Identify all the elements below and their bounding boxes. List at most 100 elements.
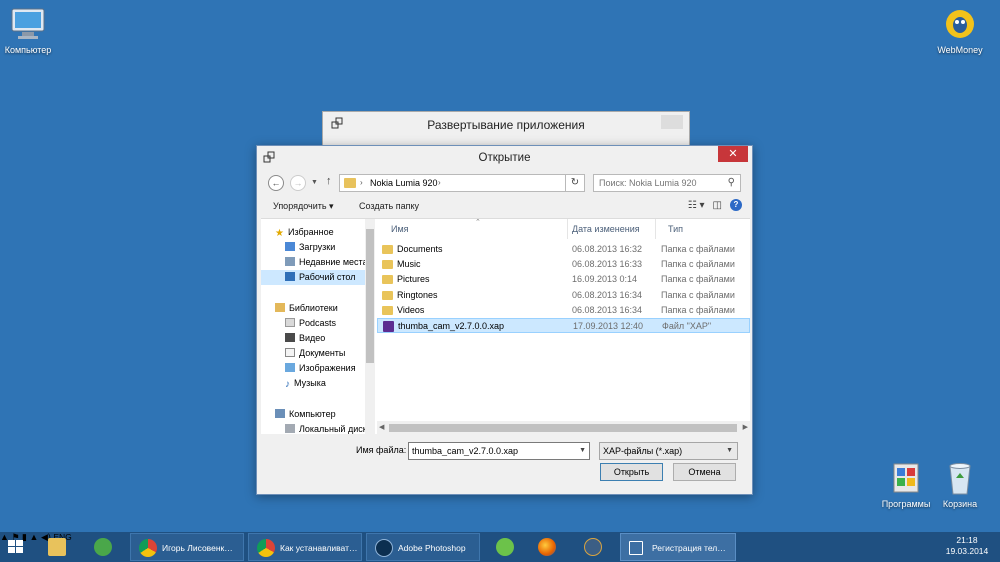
taskbar-item-utorrent[interactable] <box>86 533 124 561</box>
chevron-right-icon[interactable]: › <box>360 178 363 187</box>
view-options-icon[interactable]: ☷ ▾ <box>688 200 705 211</box>
filename-combobox[interactable]: ▼ <box>408 442 590 460</box>
music-icon: ♪ <box>285 379 290 390</box>
chevron-down-icon: ▼ <box>726 447 733 454</box>
search-icon[interactable]: ⚲ <box>728 177 735 188</box>
address-bar[interactable]: › Nokia Lumia 920 › ▼ <box>339 174 582 192</box>
nav-item-recent-places[interactable]: Недавние места <box>285 255 377 270</box>
filename-label: Имя файла: <box>356 445 407 455</box>
browser-content: ★ Избранное Загрузки Недавние места Рабоч… <box>261 218 750 435</box>
column-header-name[interactable]: ⌃ Имя <box>377 219 568 239</box>
taskbar-item-chrome-2[interactable]: Как устанавливат… <box>248 533 362 561</box>
file-row[interactable]: Ringtones 06.08.2013 16:34 Папка с файла… <box>377 288 750 303</box>
horizontal-scrollbar[interactable]: ◀ ▶ <box>377 421 750 435</box>
nav-item-favorites[interactable]: ★ Избранное <box>275 225 377 240</box>
forward-button[interactable]: → <box>290 175 306 191</box>
search-input[interactable] <box>594 175 720 191</box>
navigation-pane: ★ Избранное Загрузки Недавние места Рабоч… <box>261 219 377 435</box>
desktop-icon-label: WebMoney <box>937 45 983 55</box>
taskbar-item-icq[interactable] <box>488 533 526 561</box>
open-file-dialog: Открытие ✕ ← → ▼ ↑ › Nokia Lumia 920 › ▼… <box>256 145 753 495</box>
recent-locations-chevron-icon[interactable]: ▼ <box>311 179 318 186</box>
chevron-down-icon[interactable]: ▼ <box>579 447 586 454</box>
file-list: ⌃ Имя Дата изменения Тип Documents 06.08… <box>377 219 750 435</box>
windows-logo-icon <box>8 540 15 546</box>
back-button[interactable]: ← <box>268 175 284 191</box>
cancel-button[interactable]: Отмена <box>673 463 736 481</box>
nav-item-libraries[interactable]: Библиотеки <box>275 301 377 316</box>
organize-button[interactable]: Упорядочить ▾ <box>273 201 334 212</box>
file-row[interactable]: Pictures 16.09.2013 0:14 Папка с файлами <box>377 272 750 287</box>
open-button[interactable]: Открыть <box>600 463 663 481</box>
start-button[interactable] <box>8 540 24 554</box>
chevron-right-icon[interactable]: › <box>438 178 441 187</box>
network-icon[interactable]: ▲ <box>30 532 39 542</box>
filename-input[interactable] <box>409 443 575 459</box>
close-button[interactable]: ✕ <box>718 146 748 162</box>
search-box[interactable]: ⚲ <box>593 174 741 192</box>
taskbar-item-owl[interactable] <box>576 533 614 561</box>
nav-item-local-disk[interactable]: Локальный диск <box>285 422 377 435</box>
folder-icon <box>382 291 393 300</box>
close-button[interactable] <box>661 115 683 129</box>
help-icon[interactable]: ? <box>730 199 742 211</box>
scroll-right-icon[interactable]: ▶ <box>743 423 748 431</box>
taskbar: Игорь Лисовенк… Как устанавливат… Adobe … <box>0 532 1000 562</box>
up-arrow-icon[interactable]: ↑ <box>326 175 332 187</box>
preview-pane-icon[interactable]: ◫ <box>713 200 722 211</box>
file-row[interactable]: Music 06.08.2013 16:33 Папка с файлами <box>377 257 750 272</box>
taskbar-item-firefox[interactable] <box>530 533 568 561</box>
desktop-icon-recycle-bin[interactable]: Корзина <box>928 460 992 509</box>
libraries-icon <box>275 303 285 312</box>
nav-item-documents[interactable]: Документы <box>285 346 377 361</box>
desktop-icon-computer[interactable]: Компьютер <box>0 6 60 55</box>
folder-icon <box>382 275 393 284</box>
file-row[interactable]: Documents 06.08.2013 16:32 Папка с файла… <box>377 242 750 257</box>
nav-item-desktop[interactable]: Рабочий стол <box>261 270 365 285</box>
taskbar-item-photoshop[interactable]: Adobe Photoshop <box>366 533 480 561</box>
video-icon <box>285 333 295 342</box>
dialog-title: Открытие <box>478 152 531 164</box>
folder-icon <box>382 260 393 269</box>
address-row: ← → ▼ ↑ › Nokia Lumia 920 › ▼ ↻ ⚲ <box>257 170 752 196</box>
chrome-icon <box>139 539 157 557</box>
file-row[interactable]: Videos 06.08.2013 16:34 Папка с файлами <box>377 303 750 318</box>
address-path[interactable]: Nokia Lumia 920 <box>370 178 438 188</box>
webmoney-icon <box>940 6 980 42</box>
taskbar-item-explorer[interactable] <box>40 533 78 561</box>
nav-item-podcasts[interactable]: Podcasts <box>285 316 377 331</box>
file-row-selected[interactable]: thumba_cam_v2.7.0.0.xap 17.09.2013 12:40… <box>377 318 750 333</box>
desktop-icon-webmoney[interactable]: WebMoney <box>928 6 992 55</box>
taskbar-item-chrome-1[interactable]: Игорь Лисовенк… <box>130 533 244 561</box>
app-deploy-icon <box>629 541 643 555</box>
taskbar-clock[interactable]: 21:18 19.03.2014 <box>940 535 994 557</box>
filetype-select[interactable]: XAP-файлы (*.xap) ▼ <box>599 442 738 460</box>
visual-studio-file-icon <box>383 321 394 332</box>
icq-icon <box>496 538 514 556</box>
downloads-icon <box>285 242 295 251</box>
scroll-thumb[interactable] <box>389 424 737 432</box>
podcasts-icon <box>285 318 295 327</box>
refresh-button[interactable]: ↻ <box>565 174 585 192</box>
column-header-date[interactable]: Дата изменения <box>568 219 656 239</box>
taskbar-item-deploy[interactable]: Регистрация тел… <box>620 533 736 561</box>
nav-item-computer[interactable]: Компьютер <box>275 407 377 422</box>
utorrent-icon <box>94 538 112 556</box>
new-folder-button[interactable]: Создать папку <box>359 201 419 211</box>
folder-icon <box>382 245 393 254</box>
photoshop-icon <box>375 539 393 557</box>
programs-icon <box>886 460 926 496</box>
firefox-icon <box>538 538 556 556</box>
nav-item-pictures[interactable]: Изображения <box>285 361 377 376</box>
nav-item-downloads[interactable]: Загрузки <box>285 240 377 255</box>
column-header-type[interactable]: Тип <box>656 219 750 239</box>
nav-item-video[interactable]: Видео <box>285 331 377 346</box>
documents-icon <box>285 348 295 357</box>
nav-scrollbar[interactable] <box>365 219 375 435</box>
scroll-thumb[interactable] <box>366 229 374 363</box>
dialog-titlebar[interactable]: Открытие ✕ <box>257 146 752 170</box>
scroll-left-icon[interactable]: ◀ <box>379 423 384 431</box>
recent-places-icon <box>285 257 295 266</box>
folder-icon <box>344 178 356 188</box>
nav-item-music[interactable]: ♪ Музыка <box>285 376 377 391</box>
